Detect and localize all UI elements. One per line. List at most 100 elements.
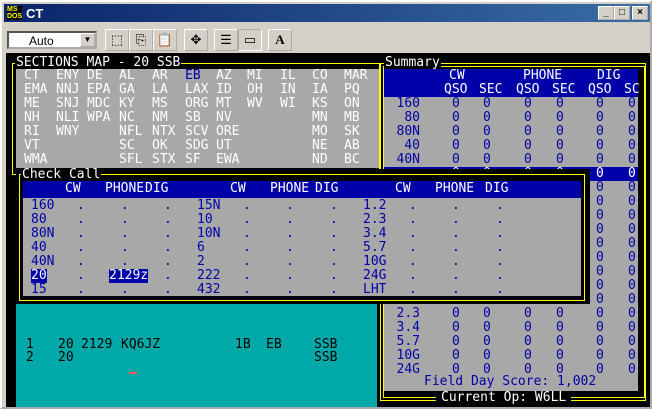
fullscreen-icon[interactable]: ✥ xyxy=(184,29,208,51)
summary-cell: 0 xyxy=(596,278,604,293)
field-day-score: Field Day Score: 1,002 xyxy=(424,374,597,389)
summary-cell: 0 xyxy=(596,292,604,307)
section-wi: WI xyxy=(280,96,296,111)
summary-band-label: 40 xyxy=(404,138,420,153)
properties-icon[interactable]: ☰ xyxy=(214,29,238,51)
check-call-header-phone: PHONE xyxy=(270,181,310,196)
summary-cell: 0 xyxy=(596,152,604,167)
section-snj: SNJ xyxy=(56,96,80,111)
check-call-cell: . xyxy=(243,240,251,255)
summary-cell: 0 xyxy=(628,236,636,251)
section-me: ME xyxy=(24,96,40,111)
check-call-band: 6 xyxy=(197,240,205,255)
check-call-band: 10 xyxy=(197,212,213,227)
section-nd: ND xyxy=(312,152,328,167)
section-ema: EMA xyxy=(24,82,48,97)
close-button[interactable]: × xyxy=(632,6,648,20)
font-size-select[interactable]: Auto ▼ xyxy=(7,31,97,49)
summary-cell: 0 xyxy=(524,320,532,335)
summary-cell: 0 xyxy=(596,236,604,251)
check-call-band: LHT xyxy=(363,282,387,297)
summary-cell: 0 xyxy=(628,166,636,181)
section-org: ORG xyxy=(185,96,209,111)
summary-cell: 0 xyxy=(596,208,604,223)
summary-cell: 0 xyxy=(628,292,636,307)
check-call-cell: . xyxy=(286,254,294,269)
section-bc: BC xyxy=(344,152,360,167)
section-mt: MT xyxy=(216,96,232,111)
summary-cell: 0 xyxy=(628,110,636,125)
summary-cell: 0 xyxy=(628,138,636,153)
check-call-cell: . xyxy=(409,198,417,213)
section-mdc: MDC xyxy=(87,96,111,111)
summary-cell: 0 xyxy=(483,96,491,111)
minimize-button[interactable]: _ xyxy=(598,6,614,20)
section-ore: ORE xyxy=(216,124,240,139)
check-call-cell: . xyxy=(330,198,338,213)
summary-cell: 0 xyxy=(452,110,460,125)
section-oh: OH xyxy=(247,82,263,97)
summary-cell: 0 xyxy=(556,348,564,363)
section-de: DE xyxy=(87,68,103,83)
check-call-cell: . xyxy=(330,212,338,227)
copy-icon[interactable]: ⎘ xyxy=(129,29,153,51)
summary-cell: 0 xyxy=(556,320,564,335)
summary-subheader: SEC xyxy=(552,82,576,97)
section-mb: MB xyxy=(344,110,360,125)
summary-band-label: 2.3 xyxy=(396,306,420,321)
window-title: CT xyxy=(26,6,44,21)
section-ar: AR xyxy=(152,68,168,83)
section-wma: WMA xyxy=(24,152,48,167)
check-call-cell: . xyxy=(77,198,85,213)
summary-cell: 0 xyxy=(452,306,460,321)
summary-cell: 0 xyxy=(596,362,604,377)
check-call-cell: . xyxy=(496,268,504,283)
summary-cell: 0 xyxy=(628,362,636,377)
section-ks: KS xyxy=(312,96,328,111)
log-time: 2129 xyxy=(81,337,113,352)
sections-map: CT EMA ME NH RI VT WMA ENY NNJ SNJ NLI WNY DE EPA MDC W… xyxy=(16,69,379,168)
check-call-cell: . xyxy=(77,254,85,269)
section-mi: MI xyxy=(247,68,263,83)
section-sb: SB xyxy=(185,110,201,125)
section-ntx: NTX xyxy=(152,124,176,139)
summary-cell: 0 xyxy=(628,320,636,335)
font-icon[interactable]: A xyxy=(268,29,292,51)
paste-icon[interactable]: 📋 xyxy=(153,29,177,51)
summary-cell: 0 xyxy=(524,348,532,363)
background-icon[interactable]: ▭ xyxy=(238,29,262,51)
summary-cell: 0 xyxy=(596,264,604,279)
summary-cell: 0 xyxy=(596,250,604,265)
section-sdg: SDG xyxy=(185,138,209,153)
chevron-down-icon[interactable]: ▼ xyxy=(80,33,95,47)
check-call-cell: . xyxy=(77,226,85,241)
summary-cell: 0 xyxy=(628,250,636,265)
summary-cell: 0 xyxy=(556,152,564,167)
summary-cell: 0 xyxy=(556,124,564,139)
check-call-band: 40 xyxy=(31,240,47,255)
section-scv: SCV xyxy=(185,124,209,139)
summary-cell: 0 xyxy=(628,180,636,195)
check-call-band: 80 xyxy=(31,212,47,227)
check-call-cell: . xyxy=(409,282,417,297)
maximize-button[interactable]: □ xyxy=(614,6,630,20)
summary-cell: 0 xyxy=(524,306,532,321)
check-call-cell: . xyxy=(409,226,417,241)
summary-cell: 0 xyxy=(556,138,564,153)
section-ut: UT xyxy=(216,138,232,153)
summary-subheader: QSO xyxy=(444,82,468,97)
summary-group-phone: PHONE xyxy=(523,68,563,83)
check-call-cell: . xyxy=(496,282,504,297)
summary-cell: 0 xyxy=(628,264,636,279)
summary-cell: 0 xyxy=(556,110,564,125)
check-call-band: 2.3 xyxy=(363,212,387,227)
mark-icon[interactable]: ⬚ xyxy=(105,29,129,51)
section-ga: GA xyxy=(119,82,135,97)
section-mo: MO xyxy=(312,124,328,139)
summary-band-label: 3.4 xyxy=(396,320,420,335)
check-call-cell: . xyxy=(409,254,417,269)
summary-cell: 0 xyxy=(483,334,491,349)
summary-cell: 0 xyxy=(596,348,604,363)
section-pq: PQ xyxy=(344,82,360,97)
section-vt: VT xyxy=(24,138,40,153)
